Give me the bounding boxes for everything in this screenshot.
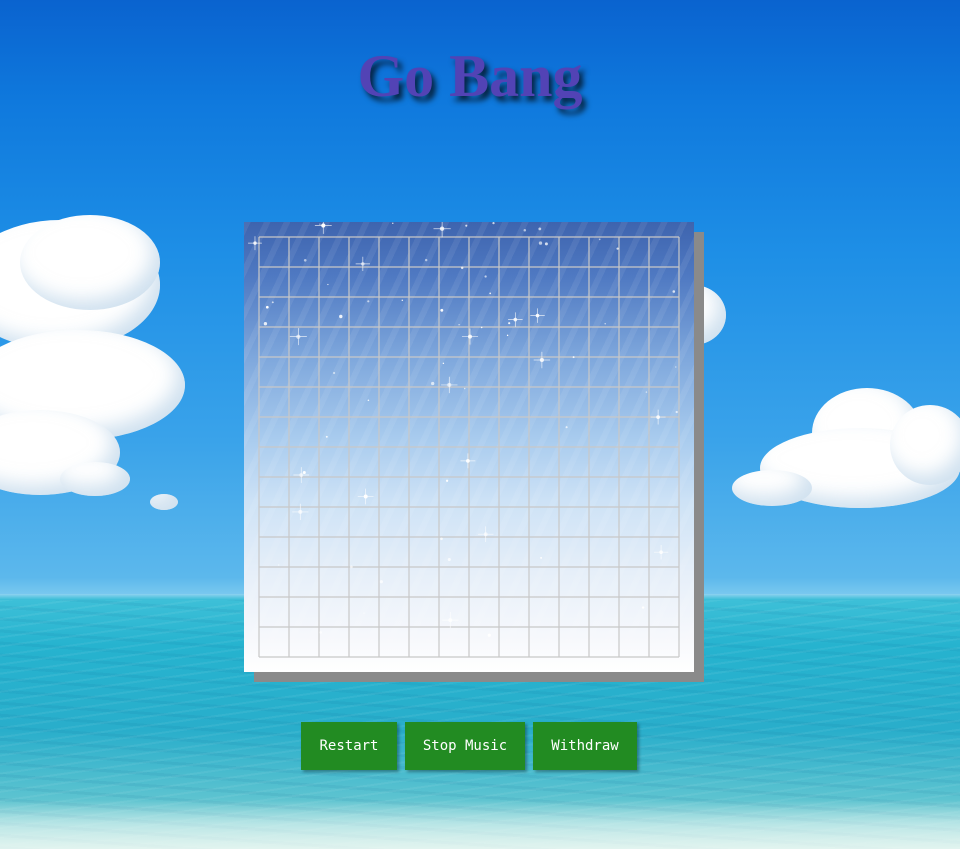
- sparkle: [506, 334, 509, 337]
- page-title: Go Bang: [357, 43, 583, 109]
- sparkle-glint: [357, 488, 374, 505]
- sparkle: [440, 308, 444, 312]
- sparkle: [367, 300, 370, 303]
- sparkle: [540, 556, 543, 559]
- sparkle: [442, 362, 445, 365]
- sparkle: [333, 371, 336, 375]
- sparkle: [538, 227, 542, 231]
- sparkle: [277, 564, 280, 566]
- sparkle: [604, 322, 606, 325]
- sparkle: [489, 292, 492, 295]
- sparkle: [319, 223, 321, 225]
- sparkle-glint: [433, 222, 451, 238]
- sparkle: [424, 258, 428, 262]
- sparkle-glint: [248, 236, 262, 251]
- sparkle: [641, 606, 645, 609]
- withdraw-button[interactable]: Withdraw: [533, 722, 637, 770]
- sparkle: [565, 426, 568, 429]
- sparkle: [447, 557, 451, 562]
- sparkle: [327, 283, 329, 286]
- cloud: [732, 470, 812, 506]
- sparkle: [363, 612, 365, 614]
- sparkle: [271, 301, 274, 304]
- sparkle-glint: [292, 503, 309, 521]
- sparkle: [458, 324, 460, 326]
- sparkle: [487, 633, 491, 637]
- cloud: [60, 462, 130, 496]
- sparkle: [480, 326, 483, 329]
- sparkle: [460, 266, 464, 270]
- sparkle: [263, 322, 268, 326]
- sparkle: [484, 275, 487, 278]
- sparkle: [465, 224, 468, 227]
- sparkle: [431, 381, 435, 386]
- sparkle: [350, 565, 353, 569]
- cloud: [20, 215, 160, 310]
- sparkle: [303, 258, 307, 262]
- sparkle-glint: [314, 222, 332, 234]
- sparkle: [401, 299, 404, 302]
- sparkle: [339, 314, 343, 319]
- sparkle: [672, 290, 676, 293]
- stop-music-button[interactable]: Stop Music: [405, 722, 525, 770]
- sparkle: [319, 631, 323, 634]
- sparkle-glint: [461, 328, 479, 345]
- sparkle: [544, 242, 548, 246]
- sparkle: [445, 479, 449, 482]
- sparkle: [523, 229, 527, 232]
- sparkle-glint: [441, 376, 458, 394]
- sparkle-glint: [293, 467, 310, 483]
- sparkle: [302, 470, 306, 475]
- sparkle-glint: [533, 351, 551, 369]
- game-board[interactable]: [244, 222, 694, 672]
- sparkle: [645, 391, 648, 393]
- board-grid[interactable]: [244, 222, 694, 672]
- sparkle-glint: [289, 328, 307, 346]
- sparkle-glint: [650, 409, 666, 425]
- sea-foam: [0, 800, 960, 849]
- sparkle: [392, 222, 394, 224]
- cloud: [150, 494, 178, 510]
- sparkle: [367, 399, 370, 402]
- sparkle: [538, 241, 543, 245]
- sparkle-glint: [442, 612, 459, 629]
- sparkle-glint: [460, 453, 476, 469]
- cloud: [890, 405, 960, 485]
- sparkle-glint: [355, 256, 370, 272]
- sparkle: [463, 387, 466, 390]
- sparkle: [265, 305, 269, 309]
- sparkle: [440, 537, 443, 541]
- sparkle: [675, 366, 677, 368]
- sparkle-glint: [508, 312, 523, 327]
- sparkle: [572, 356, 575, 359]
- sparkle: [598, 238, 601, 241]
- sparkle: [675, 410, 678, 414]
- sparkle: [508, 322, 511, 325]
- sparkle: [325, 435, 328, 438]
- sparkle-glint: [530, 308, 545, 323]
- sparkle: [379, 580, 383, 584]
- sparkle-glint: [477, 526, 494, 542]
- restart-button[interactable]: Restart: [301, 722, 397, 770]
- sparkle: [616, 247, 619, 250]
- sparkle-glint: [653, 545, 669, 560]
- sparkle: [492, 222, 495, 225]
